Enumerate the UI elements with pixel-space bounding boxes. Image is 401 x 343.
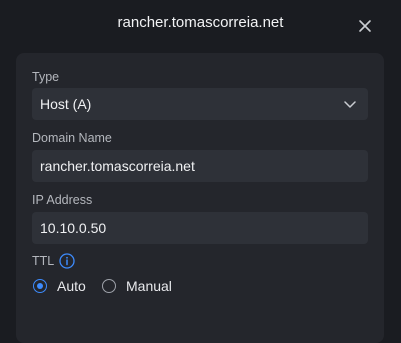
info-icon[interactable] — [59, 253, 75, 269]
dialog-title: rancher.tomascorreia.net — [117, 14, 284, 31]
type-select[interactable]: Host (A) — [32, 88, 368, 120]
close-icon — [359, 20, 371, 32]
domain-name-input[interactable]: rancher.tomascorreia.net — [32, 150, 368, 182]
record-form: Type Host (A) Domain Name rancher.tomasc… — [16, 53, 384, 343]
chevron-down-icon — [344, 101, 356, 108]
type-label: Type — [32, 70, 60, 84]
ip-address-input[interactable]: 10.10.0.50 — [32, 212, 368, 244]
ttl-manual-label: Manual — [126, 278, 172, 294]
radio-unchecked-icon — [102, 279, 116, 293]
ttl-label: TTL — [32, 254, 55, 268]
ttl-auto-label: Auto — [57, 278, 86, 294]
domain-name-value: rancher.tomascorreia.net — [40, 158, 195, 174]
ip-address-value: 10.10.0.50 — [40, 220, 107, 236]
close-button[interactable] — [357, 18, 373, 34]
type-select-value: Host (A) — [40, 96, 92, 112]
ttl-auto-radio[interactable]: Auto — [33, 278, 86, 294]
ttl-manual-radio[interactable]: Manual — [102, 278, 172, 294]
domain-name-label: Domain Name — [32, 131, 112, 145]
radio-checked-icon — [33, 279, 47, 293]
ip-address-label: IP Address — [32, 193, 93, 207]
